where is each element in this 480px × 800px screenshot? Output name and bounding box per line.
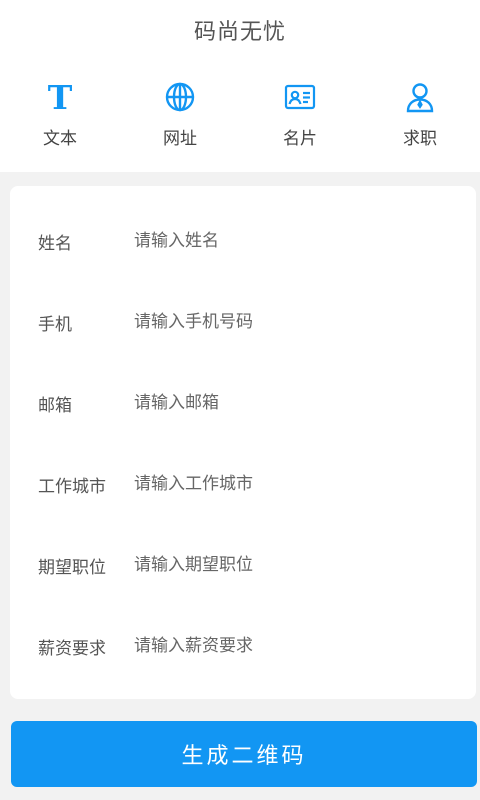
business-card-icon bbox=[283, 80, 317, 114]
position-input[interactable] bbox=[134, 545, 454, 585]
name-input[interactable] bbox=[134, 221, 454, 261]
form-row-phone: 手机 bbox=[10, 297, 476, 347]
app-title: 码尚无忧 bbox=[193, 20, 286, 45]
form-row-position: 期望职位 bbox=[10, 540, 476, 590]
svg-text:T: T bbox=[48, 81, 73, 113]
tab-job-seeking[interactable]: 求职 bbox=[360, 60, 480, 172]
tab-url-label: 网址 bbox=[163, 129, 197, 149]
globe-icon bbox=[163, 80, 197, 114]
tab-text[interactable]: T 文本 bbox=[0, 60, 120, 172]
phone-input[interactable] bbox=[134, 302, 454, 342]
type-tabs: T 文本 网址 名片 求职 bbox=[0, 60, 480, 172]
email-input[interactable] bbox=[134, 383, 454, 423]
job-form-card: 姓名 手机 邮箱 工作城市 期望职位 薪资要求 bbox=[10, 186, 476, 699]
app-header: 码尚无忧 bbox=[0, 0, 480, 60]
form-row-name: 姓名 bbox=[10, 216, 476, 266]
position-label: 期望职位 bbox=[38, 557, 106, 578]
tab-text-label: 文本 bbox=[43, 129, 77, 149]
job-seeker-icon bbox=[403, 80, 437, 114]
form-row-salary: 薪资要求 bbox=[10, 621, 476, 671]
city-label: 工作城市 bbox=[38, 476, 106, 497]
salary-label: 薪资要求 bbox=[38, 638, 106, 659]
salary-input[interactable] bbox=[134, 626, 454, 666]
email-label: 邮箱 bbox=[38, 395, 72, 416]
form-row-city: 工作城市 bbox=[10, 459, 476, 509]
form-row-email: 邮箱 bbox=[10, 378, 476, 428]
city-input[interactable] bbox=[134, 464, 454, 504]
phone-label: 手机 bbox=[38, 314, 72, 335]
tab-business-card-label: 名片 bbox=[283, 129, 317, 149]
tab-url[interactable]: 网址 bbox=[120, 60, 240, 172]
name-label: 姓名 bbox=[38, 233, 72, 254]
text-icon: T bbox=[43, 80, 77, 114]
tab-business-card[interactable]: 名片 bbox=[240, 60, 360, 172]
tab-job-seeking-label: 求职 bbox=[403, 129, 437, 149]
generate-qr-button[interactable]: 生成二维码 bbox=[11, 721, 477, 787]
